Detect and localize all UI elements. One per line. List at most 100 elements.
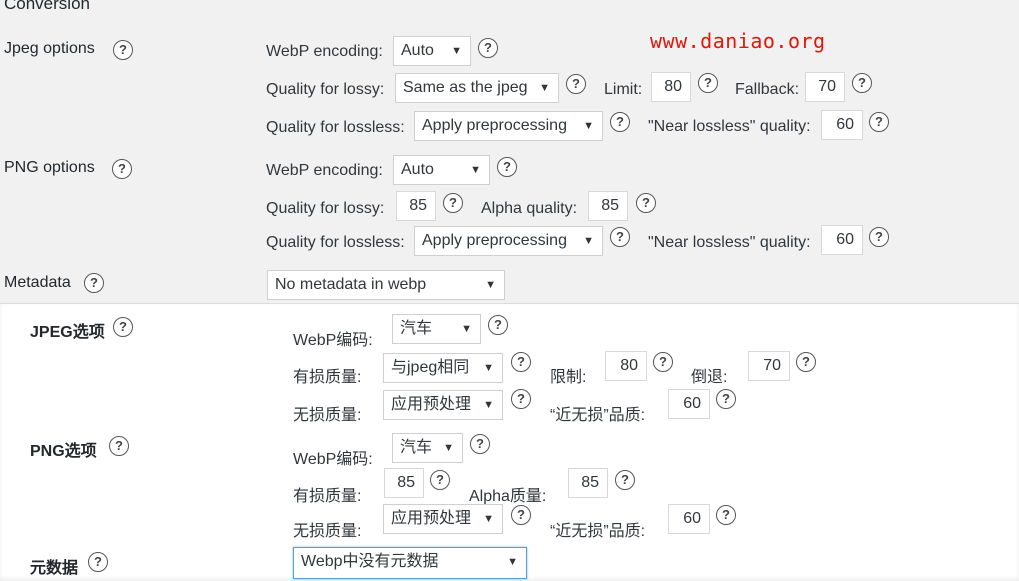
jpeg-options-label: Jpeg options — [4, 40, 95, 57]
jpeg-fallback-input[interactable]: 70 — [805, 72, 845, 102]
help-icon[interactable]: ? — [478, 38, 498, 58]
select-value: No metadata in webp — [275, 276, 427, 293]
help-icon[interactable]: ? — [488, 315, 508, 335]
help-icon[interactable]: ? — [869, 227, 889, 247]
select-value: Webp中没有元数据 — [301, 553, 439, 570]
png-alpha-label: Alpha质量: — [469, 488, 547, 505]
help-icon[interactable]: ? — [716, 389, 736, 409]
help-icon[interactable]: ? — [511, 505, 531, 525]
chevron-down-icon: ▼ — [461, 323, 472, 335]
section-title: Conversion — [4, 0, 90, 13]
jpeg-lossless-label: 无损质量: — [293, 407, 362, 424]
jpeg-lossless-select[interactable]: 应用预处理 ▼ — [383, 390, 503, 420]
metadata-label: 元数据 — [30, 560, 79, 577]
help-icon[interactable]: ? — [113, 40, 133, 60]
help-icon[interactable]: ? — [511, 352, 531, 372]
jpeg-webp-encoding-select[interactable]: Auto ▼ — [393, 36, 471, 66]
help-icon[interactable]: ? — [566, 74, 586, 94]
png-alpha-input[interactable]: 85 — [568, 468, 608, 498]
jpeg-fallback-input[interactable]: 70 — [748, 351, 790, 381]
help-icon[interactable]: ? — [796, 352, 816, 372]
jpeg-lossy-label: 有损质量: — [293, 369, 362, 386]
chevron-down-icon: ▼ — [470, 164, 481, 176]
chevron-down-icon: ▼ — [483, 362, 494, 374]
help-icon[interactable]: ? — [653, 352, 673, 372]
png-webp-encoding-select[interactable]: 汽车 ▼ — [392, 433, 463, 463]
png-options-label: PNG选项 — [30, 443, 97, 460]
png-near-lossless-input[interactable]: 60 — [821, 225, 863, 255]
chinese-settings-panel: JPEG选项 ? WebP编码: 汽车 ▼ ? 有损质量: 与jpeg相同 ▼ … — [0, 303, 1019, 581]
jpeg-limit-input[interactable]: 80 — [605, 351, 647, 381]
metadata-select[interactable]: Webp中没有元数据 ▼ — [293, 547, 527, 579]
chevron-down-icon: ▼ — [539, 82, 550, 94]
help-icon[interactable]: ? — [109, 436, 129, 456]
help-icon[interactable]: ? — [698, 73, 718, 93]
help-icon[interactable]: ? — [615, 470, 635, 490]
help-icon[interactable]: ? — [430, 470, 450, 490]
help-icon[interactable]: ? — [610, 227, 630, 247]
jpeg-fallback-label: Fallback: — [735, 81, 800, 98]
help-icon[interactable]: ? — [88, 552, 108, 572]
png-lossless-select[interactable]: Apply preprocessing ▼ — [414, 226, 603, 256]
jpeg-limit-label: 限制: — [550, 369, 587, 386]
select-value: 应用预处理 — [391, 396, 472, 413]
png-alpha-input[interactable]: 85 — [588, 191, 628, 221]
png-lossy-input[interactable]: 85 — [384, 468, 424, 498]
jpeg-lossy-select[interactable]: Same as the jpeg ▼ — [395, 73, 559, 103]
jpeg-fallback-label: 倒退: — [691, 369, 728, 386]
chevron-down-icon: ▼ — [483, 513, 494, 525]
jpeg-lossless-label: Quality for lossless: — [266, 119, 405, 136]
jpeg-limit-input[interactable]: 80 — [651, 72, 691, 102]
jpeg-near-lossless-label: “近无损”品质: — [550, 407, 646, 424]
png-lossy-label: Quality for lossy: — [266, 200, 385, 217]
help-icon[interactable]: ? — [636, 193, 656, 213]
select-value: Same as the jpeg — [403, 79, 528, 96]
metadata-select[interactable]: No metadata in webp ▼ — [267, 270, 505, 300]
chevron-down-icon: ▼ — [483, 399, 494, 411]
png-lossless-select[interactable]: 应用预处理 ▼ — [383, 504, 503, 534]
jpeg-near-lossless-input[interactable]: 60 — [821, 110, 863, 140]
png-near-lossless-input[interactable]: 60 — [668, 504, 710, 534]
help-icon[interactable]: ? — [470, 434, 490, 454]
chevron-down-icon: ▼ — [485, 279, 496, 291]
jpeg-lossless-select[interactable]: Apply preprocessing ▼ — [414, 111, 603, 141]
jpeg-lossy-label: Quality for lossy: — [266, 81, 385, 98]
chevron-down-icon: ▼ — [443, 442, 454, 454]
jpeg-near-lossless-label: "Near lossless" quality: — [648, 118, 811, 135]
png-lossless-label: Quality for lossless: — [266, 234, 405, 251]
select-value: Auto — [401, 161, 434, 178]
help-icon[interactable]: ? — [443, 193, 463, 213]
help-icon[interactable]: ? — [497, 157, 517, 177]
help-icon[interactable]: ? — [511, 389, 531, 409]
help-icon[interactable]: ? — [112, 159, 132, 179]
help-icon[interactable]: ? — [84, 273, 104, 293]
png-lossy-label: 有损质量: — [293, 488, 362, 505]
jpeg-options-label: JPEG选项 — [30, 324, 105, 341]
jpeg-webp-encoding-select[interactable]: 汽车 ▼ — [392, 314, 481, 344]
png-webp-encoding-label: WebP编码: — [293, 451, 373, 468]
chevron-down-icon: ▼ — [451, 45, 462, 57]
metadata-label: Metadata — [4, 274, 71, 291]
jpeg-limit-label: Limit: — [604, 81, 643, 98]
png-lossy-input[interactable]: 85 — [396, 191, 436, 221]
png-near-lossless-label: "Near lossless" quality: — [648, 234, 811, 251]
help-icon[interactable]: ? — [610, 112, 630, 132]
jpeg-near-lossless-input[interactable]: 60 — [668, 389, 710, 419]
png-lossless-label: 无损质量: — [293, 523, 362, 540]
png-webp-encoding-select[interactable]: Auto ▼ — [393, 155, 490, 185]
select-value: 应用预处理 — [391, 510, 472, 527]
help-icon[interactable]: ? — [113, 317, 133, 337]
help-icon[interactable]: ? — [869, 112, 889, 132]
jpeg-lossy-select[interactable]: 与jpeg相同 ▼ — [383, 353, 503, 383]
select-value: 汽车 — [400, 439, 433, 456]
png-alpha-label: Alpha quality: — [481, 200, 578, 217]
english-settings-panel: Conversion www.daniao.org Jpeg options ?… — [0, 0, 1019, 303]
help-icon[interactable]: ? — [852, 73, 872, 93]
select-value: Auto — [401, 42, 434, 59]
chevron-down-icon: ▼ — [583, 235, 594, 247]
jpeg-webp-encoding-label: WebP编码: — [293, 332, 373, 349]
png-webp-encoding-label: WebP encoding: — [266, 162, 383, 179]
watermark: www.daniao.org — [650, 29, 826, 53]
select-value: Apply preprocessing — [422, 117, 567, 134]
help-icon[interactable]: ? — [716, 505, 736, 525]
